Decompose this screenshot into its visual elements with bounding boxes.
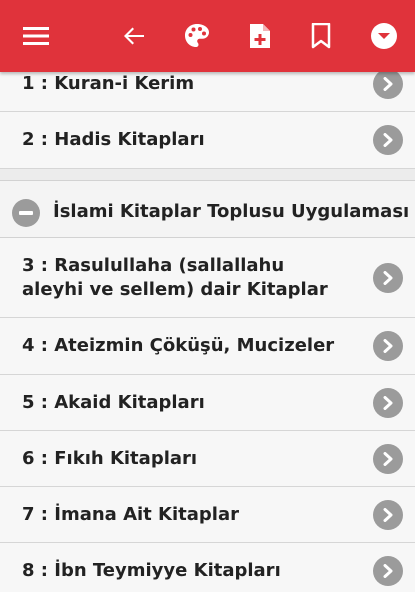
new-document-button[interactable]: [240, 16, 280, 56]
list-item[interactable]: 6 : Fıkıh Kitapları: [0, 431, 415, 487]
list-item-label: 7 : İmana Ait Kitaplar: [22, 503, 240, 525]
list-item-label: 8 : İbn Teymiyye Kitapları: [22, 560, 281, 581]
list-item[interactable]: 4 : Ateizmin Çöküşü, Mucizeler: [0, 318, 415, 375]
dropdown-button[interactable]: [364, 16, 404, 56]
list-item-label: 2 : Hadis Kitapları: [22, 129, 205, 150]
list-item[interactable]: 1 : Kuran-i Kerim: [0, 72, 415, 112]
chevron-right-icon: [373, 499, 403, 530]
list-item-label: 1 : Kuran-i Kerim: [22, 72, 195, 94]
app-toolbar: [0, 0, 415, 72]
chevron-right-icon: [373, 72, 403, 99]
chevron-right-icon: [373, 387, 403, 418]
list-item-label: 3 : Rasulullaha (sallallahu aleyhi ve se…: [22, 254, 328, 300]
list-item-label: 6 : Fıkıh Kitapları: [22, 447, 198, 469]
chevron-right-icon: [373, 556, 403, 586]
group-header[interactable]: İslami Kitaplar Toplusu Uygulaması: [0, 180, 415, 238]
back-button[interactable]: [114, 16, 154, 56]
list-item-label: 5 : Akaid Kitapları: [22, 391, 205, 413]
list-item-label: 4 : Ateizmin Çöküşü, Mucizeler: [22, 335, 335, 356]
bookmark-icon: [311, 23, 331, 49]
list-item[interactable]: 3 : Rasulullaha (sallallahu aleyhi ve se…: [0, 238, 415, 318]
section-gap: [0, 169, 415, 180]
chevron-right-icon: [373, 125, 403, 155]
group-header-label: İslami Kitaplar Toplusu Uygulaması: [53, 201, 410, 222]
book-list: 1 : Kuran-i Kerim 2 : Hadis Kitapları İs…: [0, 72, 415, 592]
chevron-right-icon: [373, 443, 403, 474]
list-item[interactable]: 2 : Hadis Kitapları: [0, 112, 415, 169]
theme-button[interactable]: [177, 16, 217, 56]
list-item[interactable]: 8 : İbn Teymiyye Kitapları: [0, 543, 415, 592]
menu-icon: [23, 27, 49, 45]
list-item[interactable]: 5 : Akaid Kitapları: [0, 375, 415, 431]
palette-icon: [185, 24, 209, 47]
chevron-right-icon: [373, 331, 403, 361]
menu-button[interactable]: [16, 16, 56, 56]
list-item[interactable]: 7 : İmana Ait Kitaplar: [0, 487, 415, 543]
add-document-icon: [250, 24, 270, 48]
dropdown-icon: [371, 23, 397, 49]
bookmark-button[interactable]: [301, 16, 341, 56]
collapse-icon: [12, 199, 40, 227]
back-arrow-icon: [124, 27, 144, 45]
chevron-right-icon: [373, 262, 403, 293]
